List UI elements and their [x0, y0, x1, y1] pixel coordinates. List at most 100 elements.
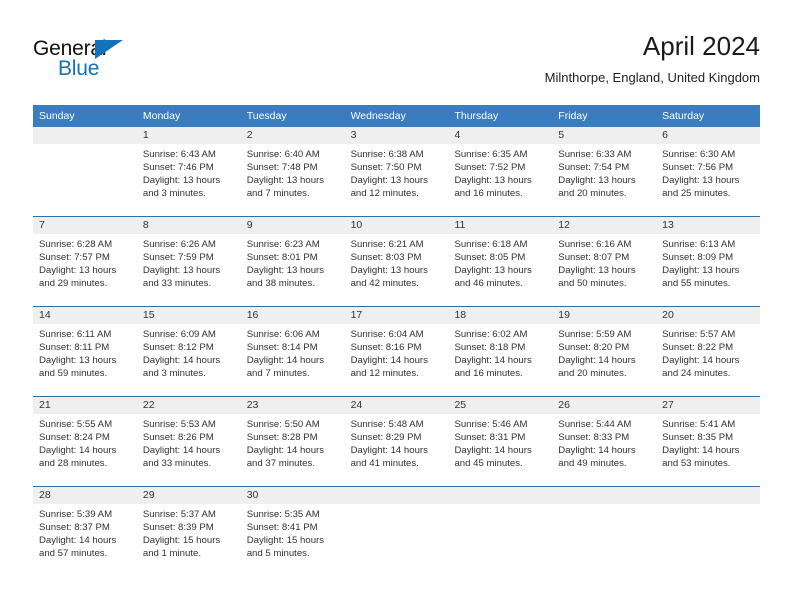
weekday-header-sunday: Sunday [39, 110, 75, 122]
daylight-text-line1: Daylight: 13 hours [350, 265, 428, 277]
day-sun-info: Sunrise: 6:43 AM Sunset: 7:46 PM Daylight:… [137, 144, 241, 200]
calendar-day-cell[interactable]: 14 Sunrise: 6:11 AM Sunset: 8:11 PM Dayligh… [33, 307, 137, 396]
calendar-day-cell[interactable]: 26 Sunrise: 5:44 AM Sunset: 8:33 PM Dayligh… [552, 397, 657, 486]
calendar-day-cell[interactable]: 19 Sunrise: 5:59 AM Sunset: 8:20 PM Dayligh… [552, 307, 657, 396]
daylight-text-line2: and 53 minutes. [662, 458, 731, 470]
daylight-text-line1: Daylight: 13 hours [39, 265, 117, 277]
day-number: 7 [33, 217, 137, 234]
daylight-text-line1: Daylight: 14 hours [454, 445, 532, 457]
sunrise-text: Sunrise: 6:28 AM [39, 239, 113, 250]
daylight-text-line1: Daylight: 14 hours [142, 445, 221, 457]
sunrise-text: Sunrise: 6:23 AM [246, 239, 320, 250]
daylight-text-line2: and 33 minutes. [142, 278, 212, 290]
calendar-day-cell[interactable]: 12 Sunrise: 6:16 AM Sunset: 8:07 PM Dayligh… [552, 217, 657, 306]
daylight-text-line1: Daylight: 14 hours [558, 445, 636, 457]
day-sun-info: Sunrise: 5:35 AM Sunset: 8:41 PM Daylight:… [241, 504, 345, 560]
calendar-day-cell[interactable]: 4 Sunrise: 6:35 AM Sunset: 7:52 PM Daylight… [448, 127, 553, 216]
calendar-day-cell-empty [552, 487, 657, 576]
sunset-text: Sunset: 8:41 PM [246, 522, 318, 534]
calendar-day-cell[interactable]: 29 Sunrise: 5:37 AM Sunset: 8:39 PM Dayligh… [136, 487, 241, 576]
day-number: 28 [33, 487, 137, 504]
daylight-text-line2: and 20 minutes. [558, 368, 627, 380]
calendar-day-cell[interactable]: 2 Sunrise: 6:40 AM Sunset: 7:48 PM Daylight… [240, 127, 345, 216]
sunset-text: Sunset: 7:46 PM [142, 162, 214, 174]
weekday-header-saturday: Saturday [662, 110, 705, 122]
sunrise-text: Sunrise: 6:38 AM [350, 149, 424, 160]
sunset-text: Sunset: 8:18 PM [454, 342, 526, 354]
day-sun-info: Sunrise: 5:37 AM Sunset: 8:39 PM Daylight:… [137, 504, 241, 560]
calendar-day-cell[interactable]: 9 Sunrise: 6:23 AM Sunset: 8:01 PM Daylight… [240, 217, 345, 306]
calendar-week-inner: 14 Sunrise: 6:11 AM Sunset: 8:11 PM Dayligh… [33, 307, 761, 396]
day-number: 11 [448, 217, 553, 234]
calendar-day-cell[interactable]: 24 Sunrise: 5:48 AM Sunset: 8:29 PM Dayligh… [344, 397, 449, 486]
daylight-text-line1: Daylight: 14 hours [246, 445, 325, 457]
calendar-day-cell[interactable]: 20 Sunrise: 5:57 AM Sunset: 8:22 PM Dayligh… [656, 307, 761, 396]
calendar-day-cell-empty [656, 487, 761, 576]
logo-triangle-icon [95, 40, 123, 59]
day-number: 16 [240, 307, 345, 324]
calendar-day-cell[interactable]: 23 Sunrise: 5:50 AM Sunset: 8:28 PM Dayligh… [240, 397, 345, 486]
calendar-day-cell[interactable]: 30 Sunrise: 5:35 AM Sunset: 8:41 PM Dayligh… [240, 487, 345, 576]
day-number: 6 [656, 127, 761, 144]
day-sun-info: Sunrise: 5:44 AM Sunset: 8:33 PM Daylight:… [552, 414, 656, 470]
daylight-text-line2: and 41 minutes. [350, 458, 419, 470]
sunset-text: Sunset: 8:03 PM [350, 252, 422, 264]
weekday-header-friday: Friday [558, 110, 588, 122]
page-title: April 2024 [642, 31, 760, 61]
sunset-text: Sunset: 8:16 PM [350, 342, 422, 354]
sunrise-text: Sunrise: 5:59 AM [558, 329, 632, 340]
calendar-day-cell[interactable]: 3 Sunrise: 6:38 AM Sunset: 7:50 PM Daylight… [344, 127, 449, 216]
daylight-text-line2: and 29 minutes. [39, 278, 108, 290]
calendar-week-inner: 21 Sunrise: 5:55 AM Sunset: 8:24 PM Dayligh… [33, 397, 761, 486]
calendar-day-cell[interactable]: 28 Sunrise: 5:39 AM Sunset: 8:37 PM Dayligh… [33, 487, 137, 576]
calendar-day-cell[interactable]: 18 Sunrise: 6:02 AM Sunset: 8:18 PM Dayligh… [448, 307, 553, 396]
calendar-day-cell[interactable]: 13 Sunrise: 6:13 AM Sunset: 8:09 PM Dayligh… [656, 217, 761, 306]
daylight-text-line2: and 59 minutes. [39, 368, 108, 380]
day-number: 2 [240, 127, 345, 144]
daylight-text-line2: and 33 minutes. [142, 458, 212, 470]
calendar-day-cell[interactable]: 17 Sunrise: 6:04 AM Sunset: 8:16 PM Dayligh… [344, 307, 449, 396]
sunrise-text: Sunrise: 5:35 AM [246, 509, 320, 520]
daylight-text-line1: Daylight: 14 hours [454, 355, 532, 367]
calendar-day-cell[interactable]: 11 Sunrise: 6:18 AM Sunset: 8:05 PM Dayligh… [448, 217, 553, 306]
daylight-text-line2: and 50 minutes. [558, 278, 627, 290]
sunset-text: Sunset: 7:50 PM [350, 162, 422, 174]
day-sun-info: Sunrise: 5:46 AM Sunset: 8:31 PM Daylight:… [448, 414, 552, 470]
calendar-day-cell[interactable]: 15 Sunrise: 6:09 AM Sunset: 8:12 PM Dayligh… [136, 307, 241, 396]
calendar-day-cell[interactable]: 8 Sunrise: 6:26 AM Sunset: 7:59 PM Daylight… [136, 217, 241, 306]
day-number: 15 [136, 307, 241, 324]
calendar-day-cell[interactable]: 21 Sunrise: 5:55 AM Sunset: 8:24 PM Dayligh… [33, 397, 137, 486]
day-sun-info: Sunrise: 6:11 AM Sunset: 8:11 PM Daylight:… [33, 324, 137, 380]
day-sun-info: Sunrise: 5:53 AM Sunset: 8:26 PM Daylight:… [137, 414, 241, 470]
day-number: 26 [552, 397, 657, 414]
calendar-day-cell[interactable]: 6 Sunrise: 6:30 AM Sunset: 7:56 PM Daylight… [656, 127, 761, 216]
calendar-day-cell[interactable]: 25 Sunrise: 5:46 AM Sunset: 8:31 PM Dayligh… [448, 397, 553, 486]
daylight-text-line2: and 37 minutes. [246, 458, 315, 470]
calendar-day-cell[interactable]: 27 Sunrise: 5:41 AM Sunset: 8:35 PM Dayligh… [656, 397, 761, 486]
sunrise-text: Sunrise: 6:06 AM [246, 329, 320, 340]
daylight-text-line1: Daylight: 14 hours [246, 355, 325, 367]
daylight-text-line1: Daylight: 14 hours [558, 355, 636, 367]
day-sun-info: Sunrise: 6:13 AM Sunset: 8:09 PM Daylight:… [656, 234, 760, 290]
calendar-day-cell[interactable]: 5 Sunrise: 6:33 AM Sunset: 7:54 PM Daylight… [552, 127, 657, 216]
calendar-day-cell[interactable]: 10 Sunrise: 6:21 AM Sunset: 8:03 PM Dayligh… [344, 217, 449, 306]
sunrise-text: Sunrise: 6:09 AM [142, 329, 216, 340]
daylight-text-line1: Daylight: 13 hours [142, 175, 221, 187]
calendar-day-cell[interactable]: 7 Sunrise: 6:28 AM Sunset: 7:57 PM Daylight… [33, 217, 137, 306]
day-sun-info: Sunrise: 5:57 AM Sunset: 8:22 PM Daylight:… [656, 324, 760, 380]
day-number: 20 [656, 307, 761, 324]
sunset-text: Sunset: 7:59 PM [142, 252, 214, 264]
sunset-text: Sunset: 8:14 PM [246, 342, 318, 354]
day-sun-info: Sunrise: 6:35 AM Sunset: 7:52 PM Daylight:… [448, 144, 552, 200]
calendar-day-cell[interactable]: 1 Sunrise: 6:43 AM Sunset: 7:46 PM Daylight… [136, 127, 241, 216]
sunset-text: Sunset: 8:31 PM [454, 432, 526, 444]
calendar-day-cell[interactable]: 22 Sunrise: 5:53 AM Sunset: 8:26 PM Dayligh… [136, 397, 241, 486]
day-sun-info: Sunrise: 6:09 AM Sunset: 8:12 PM Daylight:… [137, 324, 241, 380]
calendar-page: General Blue April 2024 Milnthorpe, Engl… [0, 0, 792, 612]
calendar-day-cell[interactable]: 16 Sunrise: 6:06 AM Sunset: 8:14 PM Dayligh… [240, 307, 345, 396]
general-blue-logo[interactable]: General Blue [33, 38, 153, 86]
calendar-week-row: 1 Sunrise: 6:43 AM Sunset: 7:46 PM Daylight… [33, 127, 761, 217]
page-header: General Blue April 2024 Milnthorpe, Engl… [33, 30, 760, 96]
day-number: 4 [448, 127, 553, 144]
day-sun-info: Sunrise: 6:40 AM Sunset: 7:48 PM Daylight:… [241, 144, 345, 200]
